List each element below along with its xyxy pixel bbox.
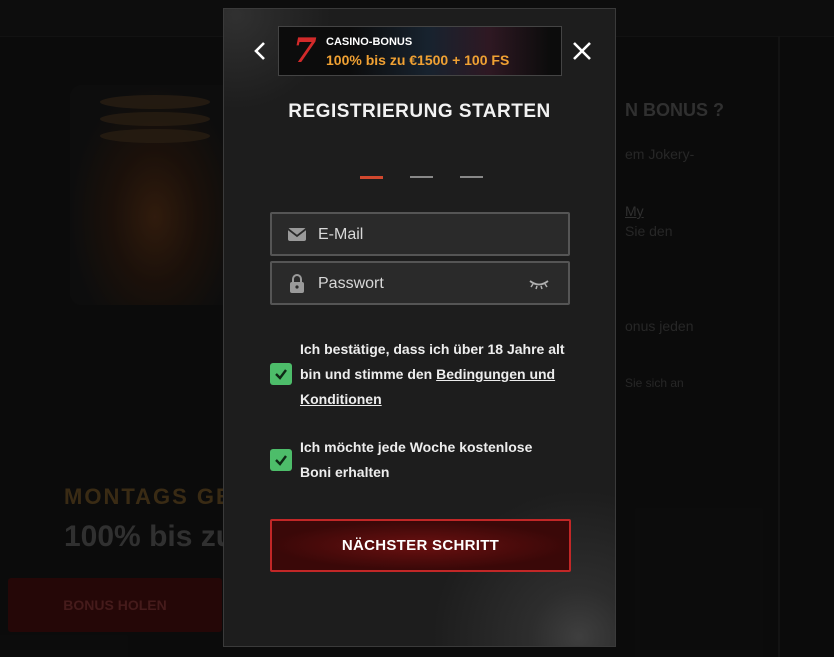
- checkmark-icon: [275, 369, 287, 380]
- casino-bonus-banner[interactable]: 7 CASINO-BONUS 100% bis zu €1500 + 100 F…: [278, 26, 562, 76]
- eye-closed-icon[interactable]: [528, 275, 550, 291]
- email-field[interactable]: [270, 212, 570, 256]
- banner-label: CASINO-BONUS: [326, 36, 413, 48]
- age-terms-label: Ich bestätige, dass ich über 18 Jahre al…: [300, 337, 580, 412]
- checkmark-icon: [275, 455, 287, 466]
- jokery-logo: 7: [293, 31, 317, 71]
- envelope-icon: [287, 228, 307, 241]
- email-input[interactable]: [316, 214, 540, 256]
- step-indicator: [360, 176, 483, 179]
- password-input[interactable]: [316, 263, 540, 305]
- close-icon: [573, 42, 591, 60]
- next-step-button[interactable]: NÄCHSTER SCHRITT: [270, 519, 571, 572]
- banner-offer: 100% bis zu €1500 + 100 FS: [326, 52, 510, 68]
- step-3-indicator: [460, 176, 483, 178]
- password-field[interactable]: [270, 261, 570, 305]
- registration-modal: 7 CASINO-BONUS 100% bis zu €1500 + 100 F…: [223, 8, 616, 647]
- close-button[interactable]: [568, 37, 596, 65]
- back-button[interactable]: [248, 39, 272, 63]
- modal-title: REGISTRIERUNG STARTEN: [288, 101, 551, 122]
- age-terms-checkbox[interactable]: [270, 363, 292, 385]
- weekly-bonus-label: Ich möchte jede Woche kostenlose Boni er…: [300, 439, 533, 480]
- weekly-bonus-checkbox[interactable]: [270, 449, 292, 471]
- chevron-left-icon: [254, 42, 265, 60]
- lock-icon: [290, 274, 304, 293]
- step-1-indicator: [360, 176, 383, 179]
- step-2-indicator: [410, 176, 433, 178]
